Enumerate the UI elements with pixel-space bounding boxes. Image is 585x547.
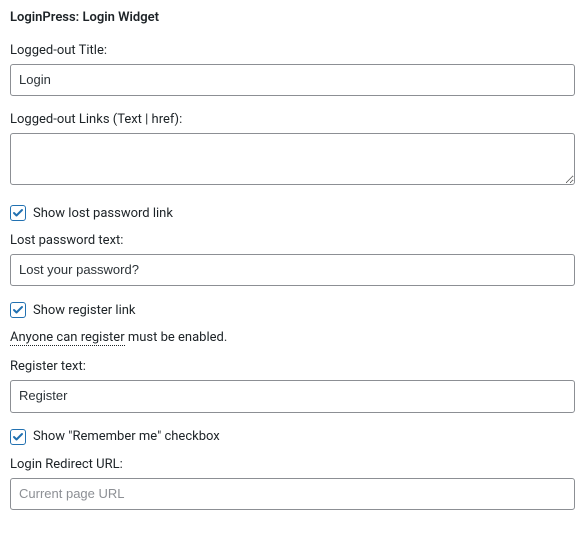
logged-out-links-label: Logged-out Links (Text | href): [10,112,575,127]
show-remember-me-checkbox[interactable] [10,429,26,445]
check-icon [12,431,24,443]
login-redirect-group: Login Redirect URL: [10,457,575,510]
show-register-link-row[interactable]: Show register link [10,302,575,318]
lost-password-text-label: Lost password text: [10,233,575,248]
show-lost-password-label[interactable]: Show lost password link [33,206,173,221]
register-text-group: Register text: [10,359,575,412]
check-icon [12,304,24,316]
register-helper-suffix: must be enabled. [125,330,228,345]
logged-out-links-textarea[interactable] [10,133,575,185]
show-lost-password-row[interactable]: Show lost password link [10,205,575,221]
widget-title: LoginPress: Login Widget [10,10,575,25]
check-icon [12,207,24,219]
lost-password-text-input[interactable] [10,254,575,286]
lost-password-text-group: Lost password text: [10,233,575,286]
show-register-link-label[interactable]: Show register link [33,303,136,318]
logged-out-links-group: Logged-out Links (Text | href): [10,112,575,189]
show-register-link-checkbox[interactable] [10,302,26,318]
logged-out-title-input[interactable] [10,64,575,96]
login-redirect-label: Login Redirect URL: [10,457,575,472]
anyone-can-register-link[interactable]: Anyone can register [10,330,125,346]
show-remember-me-row[interactable]: Show "Remember me" checkbox [10,429,575,445]
logged-out-title-label: Logged-out Title: [10,43,575,58]
show-remember-me-label[interactable]: Show "Remember me" checkbox [33,429,220,444]
show-lost-password-checkbox[interactable] [10,205,26,221]
register-text-input[interactable] [10,380,575,412]
logged-out-title-group: Logged-out Title: [10,43,575,96]
login-redirect-input[interactable] [10,478,575,510]
register-text-label: Register text: [10,359,575,374]
register-helper-text: Anyone can register must be enabled. [10,330,575,345]
